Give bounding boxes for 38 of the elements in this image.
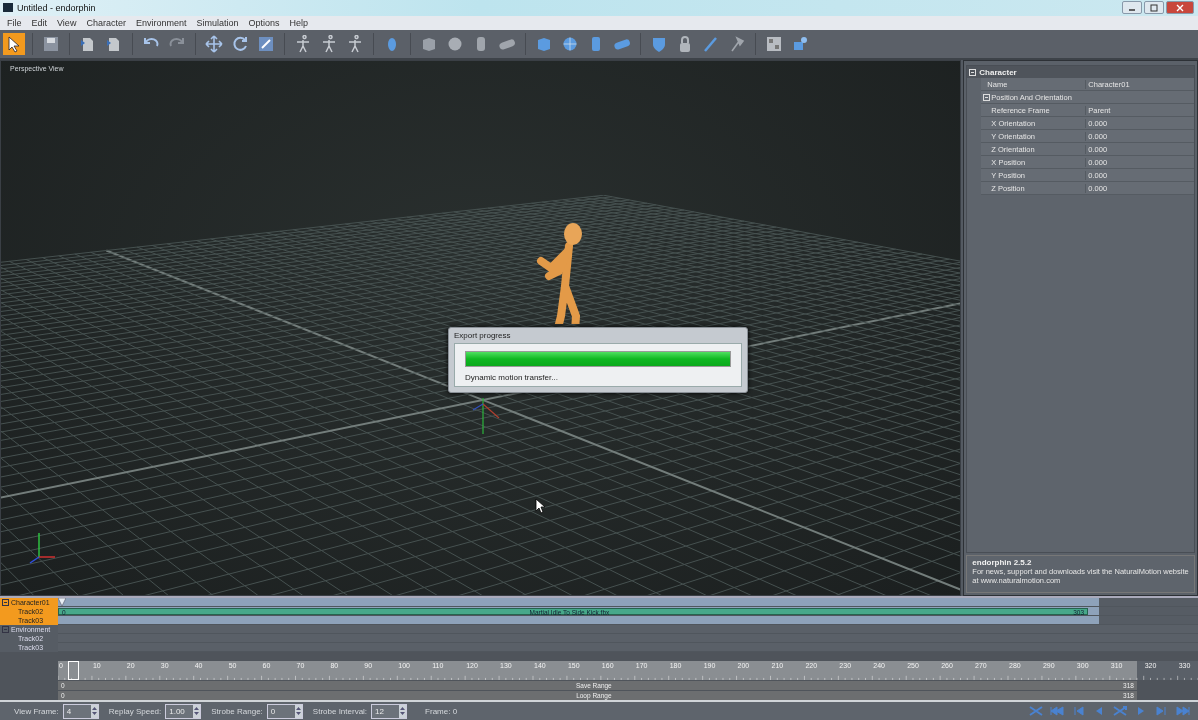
menu-item[interactable]: Environment bbox=[130, 18, 192, 29]
menu-item[interactable]: Character bbox=[81, 18, 131, 29]
field-label: Strobe Interval: bbox=[312, 706, 368, 716]
menu-item[interactable]: Simulation bbox=[191, 18, 244, 29]
menu-item[interactable]: File bbox=[2, 18, 27, 29]
close-icon bbox=[1176, 3, 1184, 12]
window-title: Untitled - endorphin bbox=[17, 2, 96, 13]
spin-arrows-icon[interactable] bbox=[399, 705, 407, 718]
spin-field[interactable]: 0 bbox=[266, 703, 303, 719]
progress-status: Dynamic motion transfer... bbox=[465, 373, 559, 382]
close-button[interactable] bbox=[1166, 1, 1194, 15]
spin-field[interactable]: 4 bbox=[62, 703, 99, 719]
frame-readout: Frame: 0 bbox=[425, 706, 458, 716]
maximize-icon bbox=[1150, 3, 1158, 12]
field-label: Strobe Range: bbox=[211, 706, 263, 716]
field-label: Replay Speed: bbox=[108, 706, 162, 716]
collapse-icon[interactable] bbox=[2, 599, 9, 606]
spin-arrows-icon[interactable] bbox=[294, 705, 302, 718]
dialog-title: Export progress bbox=[454, 330, 512, 342]
field-label: View Frame: bbox=[14, 706, 59, 716]
minimize-button[interactable] bbox=[1122, 1, 1142, 15]
menu-item[interactable]: View bbox=[52, 18, 82, 29]
maximize-button[interactable] bbox=[1144, 1, 1164, 15]
skip-start-icon[interactable] bbox=[1048, 705, 1066, 718]
app-logo-icon bbox=[3, 3, 13, 13]
menu-item[interactable]: Help bbox=[284, 18, 313, 29]
info-title: endorphin 2.5.2 bbox=[972, 558, 1033, 567]
spin-field[interactable]: 1.00 bbox=[165, 703, 202, 719]
mouse-cursor-icon bbox=[535, 498, 547, 514]
origin-axes-icon bbox=[471, 396, 501, 436]
spin-field[interactable]: 12 bbox=[371, 703, 408, 719]
section-title: Character bbox=[979, 67, 1017, 77]
spin-arrows-icon[interactable] bbox=[193, 705, 201, 718]
section-header[interactable]: Character bbox=[967, 66, 1194, 78]
menu-item[interactable]: Edit bbox=[26, 18, 53, 29]
menu-item[interactable]: Options bbox=[243, 18, 285, 29]
playhead-handle[interactable] bbox=[67, 661, 79, 680]
spin-arrows-icon[interactable] bbox=[90, 705, 98, 718]
